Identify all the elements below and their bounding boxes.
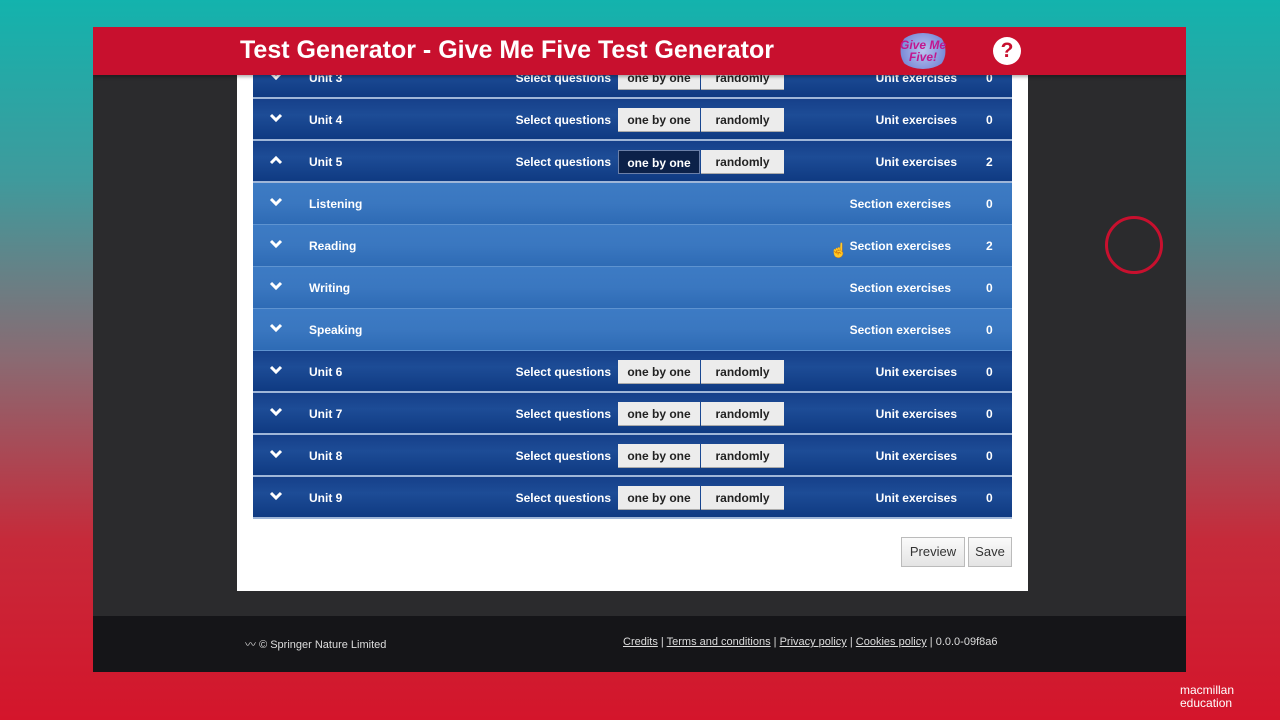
select-questions-label: Select questions: [515, 155, 611, 169]
row-label: Listening: [309, 197, 363, 211]
section-row[interactable]: Speaking Section exercises 0: [253, 309, 1012, 351]
randomly-button[interactable]: randomly: [701, 150, 784, 174]
save-button[interactable]: Save: [968, 537, 1012, 567]
exercise-count: 0: [986, 407, 993, 421]
highlight-circle: [1105, 216, 1163, 274]
footer: 〰 © Springer Nature Limited Credits | Te…: [93, 616, 1186, 672]
select-questions-label: Select questions: [515, 407, 611, 421]
copyright-text: © Springer Nature Limited: [259, 639, 387, 651]
chevron-down-icon[interactable]: [269, 405, 283, 419]
copyright: 〰 © Springer Nature Limited: [245, 636, 386, 652]
exercise-count: 0: [986, 491, 993, 505]
unit-row[interactable]: Unit 6 Select questions one by one random…: [253, 351, 1012, 393]
one-by-one-button[interactable]: one by one: [618, 402, 700, 426]
row-label: Unit 8: [309, 449, 343, 463]
chevron-down-icon[interactable]: [269, 111, 283, 125]
unit-exercises-label: Unit exercises: [875, 491, 957, 505]
unit-list: Unit 3 Select questions one by one random…: [253, 57, 1012, 519]
unit-exercises-label: Unit exercises: [875, 113, 957, 127]
randomly-button[interactable]: randomly: [701, 360, 784, 384]
help-icon[interactable]: ?: [993, 37, 1021, 65]
unit-exercises-label: Unit exercises: [875, 155, 957, 169]
one-by-one-button[interactable]: one by one: [618, 486, 700, 510]
unit-row[interactable]: Unit 5 Select questions one by one random…: [253, 141, 1012, 183]
unit-exercises-label: Unit exercises: [875, 407, 957, 421]
exercise-count: 0: [986, 323, 993, 337]
select-questions-label: Select questions: [515, 113, 611, 127]
macmillan-logo-icon: 〰: [245, 639, 260, 651]
section-exercises-label: Section exercises: [849, 197, 951, 211]
privacy-link[interactable]: Privacy policy: [780, 636, 847, 648]
unit-row[interactable]: Unit 9 Select questions one by one random…: [253, 477, 1012, 519]
randomly-button[interactable]: randomly: [701, 444, 784, 468]
exercise-count: 0: [986, 197, 993, 211]
unit-row[interactable]: Unit 7 Select questions one by one random…: [253, 393, 1012, 435]
chevron-down-icon[interactable]: [269, 279, 283, 293]
row-label: Unit 6: [309, 365, 343, 379]
row-label: Unit 9: [309, 491, 343, 505]
brand-line1: macmillan: [1180, 683, 1235, 697]
version: 0.0.0-09f8a6: [935, 636, 998, 648]
row-label: Unit 5: [309, 155, 343, 169]
section-row[interactable]: Reading Section exercises 2: [253, 225, 1012, 267]
unit-exercises-label: Unit exercises: [875, 365, 957, 379]
hand-cursor-icon: ☝: [830, 242, 848, 258]
randomly-button[interactable]: randomly: [701, 402, 784, 426]
chevron-down-icon[interactable]: [269, 237, 283, 251]
credits-link[interactable]: Credits: [623, 636, 658, 648]
row-label: Reading: [309, 239, 357, 253]
randomly-button[interactable]: randomly: [701, 108, 784, 132]
section-exercises-label: Section exercises: [849, 239, 951, 253]
preview-button[interactable]: Preview: [901, 537, 965, 567]
macmillan-education-brand: macmillan education: [1180, 684, 1234, 710]
exercise-count: 0: [986, 281, 993, 295]
select-questions-label: Select questions: [515, 491, 611, 505]
exercise-count: 0: [986, 365, 993, 379]
row-label: Unit 7: [309, 407, 343, 421]
chevron-down-icon[interactable]: [269, 489, 283, 503]
section-row[interactable]: Listening Section exercises 0: [253, 183, 1012, 225]
unit-exercises-label: Unit exercises: [875, 449, 957, 463]
section-exercises-label: Section exercises: [849, 323, 951, 337]
terms-link[interactable]: Terms and conditions: [667, 636, 771, 648]
exercise-count: 0: [986, 449, 993, 463]
exercise-count: 2: [986, 239, 993, 253]
section-row[interactable]: Writing Section exercises 0: [253, 267, 1012, 309]
content-panel: Unit 3 Select questions one by one random…: [237, 27, 1163, 591]
row-label: Writing: [309, 281, 351, 295]
exercise-count: 0: [986, 113, 993, 127]
select-questions-label: Select questions: [515, 449, 611, 463]
unit-row[interactable]: Unit 4 Select questions one by one random…: [253, 99, 1012, 141]
one-by-one-button[interactable]: one by one: [618, 360, 700, 384]
give-me-five-logo: Give Me Five!: [897, 33, 949, 69]
chevron-up-icon[interactable]: [269, 153, 283, 167]
randomly-button[interactable]: randomly: [701, 486, 784, 510]
brand-line2: education: [1180, 696, 1233, 710]
one-by-one-button[interactable]: one by one: [618, 444, 700, 468]
row-label: Unit 4: [309, 113, 343, 127]
chevron-down-icon[interactable]: [269, 363, 283, 377]
header: Test Generator - Give Me Five Test Gener…: [93, 27, 1186, 75]
section-exercises-label: Section exercises: [849, 281, 951, 295]
chevron-down-icon[interactable]: [269, 447, 283, 461]
chevron-down-icon[interactable]: [269, 321, 283, 335]
app-window: Test Generator - Give Me Five Test Gener…: [93, 27, 1186, 672]
select-questions-label: Select questions: [515, 365, 611, 379]
one-by-one-button[interactable]: one by one: [618, 150, 700, 174]
chevron-down-icon[interactable]: [269, 195, 283, 209]
exercise-count: 2: [986, 155, 993, 169]
page-title: Test Generator - Give Me Five Test Gener…: [240, 36, 774, 64]
cookies-link[interactable]: Cookies policy: [856, 636, 927, 648]
unit-row[interactable]: Unit 8 Select questions one by one random…: [253, 435, 1012, 477]
footer-links: Credits | Terms and conditions | Privacy…: [623, 636, 998, 648]
row-label: Speaking: [309, 323, 363, 337]
one-by-one-button[interactable]: one by one: [618, 108, 700, 132]
